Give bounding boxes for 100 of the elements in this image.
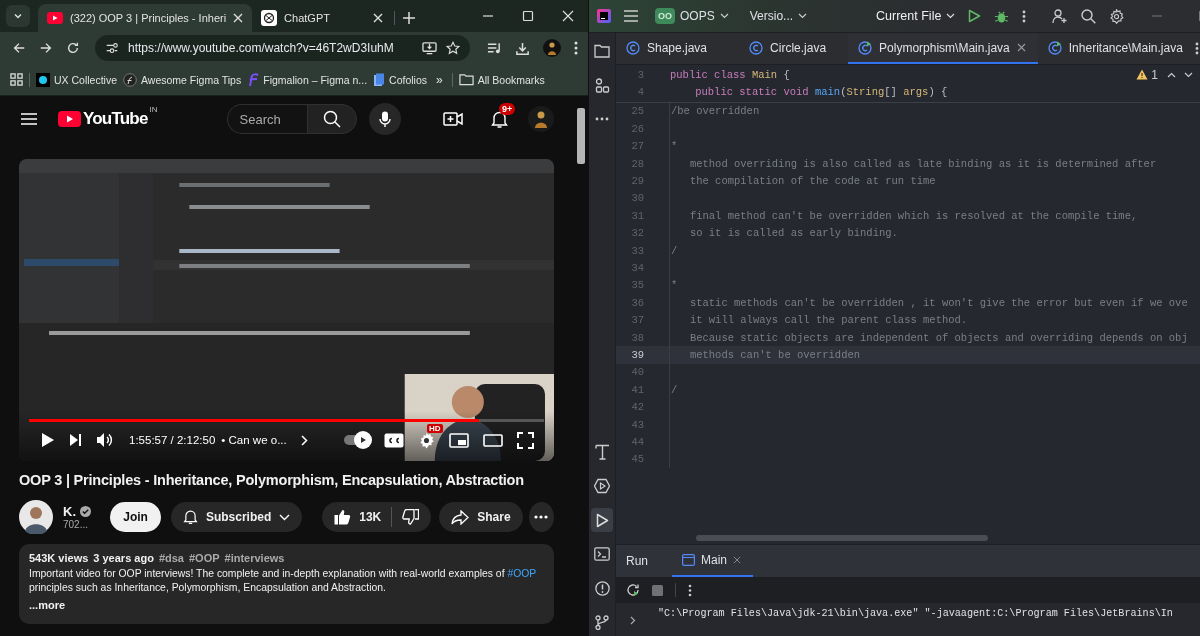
new-tab-icon[interactable] <box>403 12 416 24</box>
more-icon[interactable] <box>688 583 692 597</box>
hashtag-link[interactable]: #OOP <box>188 551 220 565</box>
site-settings-icon[interactable] <box>105 41 119 55</box>
microphone-icon <box>378 110 391 128</box>
document-icon <box>373 72 386 87</box>
editor-tab[interactable]: Circle.java <box>739 33 849 64</box>
back-icon[interactable] <box>12 41 26 55</box>
run-icon[interactable] <box>968 9 982 23</box>
hashtag-link[interactable]: #OOP <box>507 568 537 579</box>
hashtag-link[interactable]: #dsa <box>158 551 184 565</box>
browser-tab[interactable]: ChatGPT <box>252 4 393 32</box>
chapter-title[interactable]: • Can we o... <box>221 434 287 446</box>
warning-count[interactable]: 1 <box>1151 67 1158 82</box>
rerun-icon[interactable] <box>626 583 640 597</box>
search-icon[interactable] <box>1081 8 1097 24</box>
squiggle-icon <box>247 72 260 87</box>
media-icon[interactable] <box>487 41 502 55</box>
play-icon[interactable] <box>41 432 55 448</box>
menu-icon[interactable] <box>624 10 638 22</box>
bookmark[interactable]: UX Collective <box>36 72 118 87</box>
folder-icon <box>458 73 474 86</box>
settings-icon[interactable] <box>418 431 435 449</box>
more-actions-button[interactable] <box>528 502 554 532</box>
microphone-button[interactable] <box>368 103 401 135</box>
volume-icon[interactable] <box>96 432 113 448</box>
more-bookmarks-button[interactable]: » <box>433 72 446 87</box>
share-button[interactable]: Share <box>439 502 523 532</box>
time-display: 1:55:57 / 2:12:50 <box>129 434 216 446</box>
project-selector[interactable]: OO OOPS <box>655 8 729 24</box>
app-logo-icon[interactable] <box>597 9 611 23</box>
avatar[interactable] <box>528 106 554 132</box>
chevron-down-icon <box>798 13 808 19</box>
structure-icon <box>594 77 610 93</box>
more-icon[interactable] <box>1022 9 1027 23</box>
settings-icon[interactable] <box>1109 8 1125 24</box>
horizontal-scrollbar[interactable] <box>696 535 988 541</box>
maximize-icon[interactable] <box>522 10 534 22</box>
play-logo-icon <box>47 12 63 24</box>
install-icon[interactable] <box>422 41 437 55</box>
show-more-link[interactable]: ...more <box>29 599 66 611</box>
bookmark-folder[interactable]: All Bookmarks <box>458 73 545 86</box>
line-number: 31 <box>630 209 644 222</box>
terminal-icon <box>594 547 610 561</box>
line-number: 39 <box>630 348 644 361</box>
code-comment: / <box>671 383 678 396</box>
line-number: 40 <box>630 366 644 379</box>
theater-mode-icon[interactable] <box>483 433 503 447</box>
join-button[interactable]: Join <box>110 502 161 532</box>
bookmark[interactable]: Figmalion – Figma n... <box>247 72 368 87</box>
line-number: 32 <box>630 227 644 240</box>
description-panel[interactable] <box>19 544 554 624</box>
exclamation-icon <box>594 580 610 596</box>
hashtag-link[interactable]: #interviews <box>224 551 285 565</box>
subscribed-button[interactable]: Subscribed <box>170 502 303 532</box>
add-user-icon[interactable] <box>1052 8 1069 24</box>
more-icon <box>595 117 609 121</box>
search-button[interactable] <box>306 104 357 134</box>
line-number: 27 <box>630 140 644 153</box>
hexagon-play-icon <box>594 478 610 494</box>
browser-tab[interactable]: (322) OOP 3 | Principles - Inheri <box>38 4 253 32</box>
editor-tab[interactable]: Inheritance\Main.java <box>1037 33 1195 64</box>
create-video-icon[interactable] <box>443 111 463 127</box>
editor-tab[interactable]: Polymorphism\Main.java <box>848 33 1038 64</box>
forward-icon[interactable] <box>39 41 53 55</box>
stop-icon[interactable] <box>652 584 663 596</box>
apps-icon[interactable] <box>10 73 23 86</box>
line-number: 43 <box>630 418 644 431</box>
avatar[interactable] <box>543 39 561 57</box>
close-icon[interactable] <box>1016 43 1026 52</box>
tab-search-button[interactable] <box>6 5 30 27</box>
bookmark[interactable]: Awesome Figma Tips <box>123 72 242 87</box>
chevron-down-icon[interactable] <box>1184 71 1193 78</box>
vcs-selector[interactable]: Versio... <box>749 9 808 23</box>
channel-name[interactable]: K. <box>63 504 76 519</box>
ring-icon <box>123 72 138 87</box>
warning-icon[interactable] <box>1136 69 1149 81</box>
bookmark[interactable]: Cofolios <box>373 72 428 87</box>
menu-icon[interactable] <box>574 41 578 55</box>
chevron-right-icon[interactable] <box>630 616 636 625</box>
code-comment: * <box>671 279 678 292</box>
reload-icon[interactable] <box>66 41 80 55</box>
address-bar[interactable]: https://www.youtube.com/watch?v=46T2wD3IuhM <box>95 35 470 61</box>
miniplayer-icon[interactable] <box>449 432 469 448</box>
next-icon[interactable] <box>69 433 82 447</box>
search-field[interactable]: Search <box>226 104 307 134</box>
chevron-down-icon <box>279 513 291 521</box>
star-icon[interactable] <box>446 41 460 55</box>
channel-avatar[interactable] <box>19 500 53 534</box>
run-tool-button[interactable] <box>591 508 613 532</box>
notification-badge: 9+ <box>499 102 516 115</box>
thumbs-down-icon[interactable] <box>402 509 420 525</box>
more-icon[interactable] <box>1194 42 1199 55</box>
code-comment: /be overridden <box>671 105 760 118</box>
editor-tab[interactable]: Shape.java <box>616 33 740 64</box>
run-configuration-selector[interactable]: Current File <box>876 9 956 23</box>
code-comment: so it is called as early binding. <box>688 227 898 240</box>
chevron-up-icon[interactable] <box>1167 71 1176 78</box>
fullscreen-icon[interactable] <box>517 431 534 449</box>
download-icon[interactable] <box>515 40 530 56</box>
